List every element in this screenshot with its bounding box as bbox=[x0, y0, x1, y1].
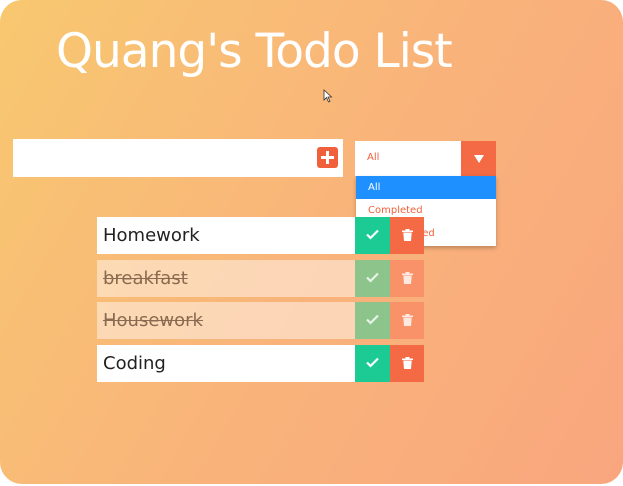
todo-input-box bbox=[13, 139, 343, 177]
todo-item: breakfast bbox=[97, 260, 424, 297]
complete-button[interactable] bbox=[355, 217, 390, 254]
todo-text: Homework bbox=[97, 217, 355, 254]
check-icon bbox=[366, 314, 379, 325]
app-container: Quang's Todo List All All Completed Unco… bbox=[0, 0, 623, 484]
mouse-cursor-icon bbox=[323, 89, 333, 103]
todo-item: Housework bbox=[97, 302, 424, 339]
filter-select[interactable]: All bbox=[355, 141, 496, 176]
delete-button[interactable] bbox=[390, 260, 424, 297]
filter-dropdown-button[interactable] bbox=[461, 141, 496, 176]
caret-down-icon bbox=[473, 155, 484, 163]
delete-button[interactable] bbox=[390, 302, 424, 339]
trash-icon bbox=[401, 272, 413, 284]
check-icon bbox=[366, 357, 379, 368]
complete-button[interactable] bbox=[355, 302, 390, 339]
add-todo-button[interactable] bbox=[317, 147, 338, 168]
trash-icon bbox=[401, 357, 413, 369]
todo-text: breakfast bbox=[97, 260, 355, 297]
trash-icon bbox=[401, 229, 413, 241]
plus-square-icon bbox=[321, 151, 334, 164]
complete-button[interactable] bbox=[355, 345, 390, 382]
todo-text: Coding bbox=[97, 345, 355, 382]
filter-selected-value: All bbox=[367, 152, 380, 163]
page-title: Quang's Todo List bbox=[56, 24, 453, 79]
trash-icon bbox=[401, 314, 413, 326]
delete-button[interactable] bbox=[390, 345, 424, 382]
todo-item: Homework bbox=[97, 217, 424, 254]
todo-text: Housework bbox=[97, 302, 355, 339]
complete-button[interactable] bbox=[355, 260, 390, 297]
todo-input[interactable] bbox=[13, 139, 313, 177]
delete-button[interactable] bbox=[390, 217, 424, 254]
todo-item: Coding bbox=[97, 345, 424, 382]
check-icon bbox=[366, 229, 379, 240]
check-icon bbox=[366, 272, 379, 283]
filter-option-all[interactable]: All bbox=[356, 176, 496, 199]
